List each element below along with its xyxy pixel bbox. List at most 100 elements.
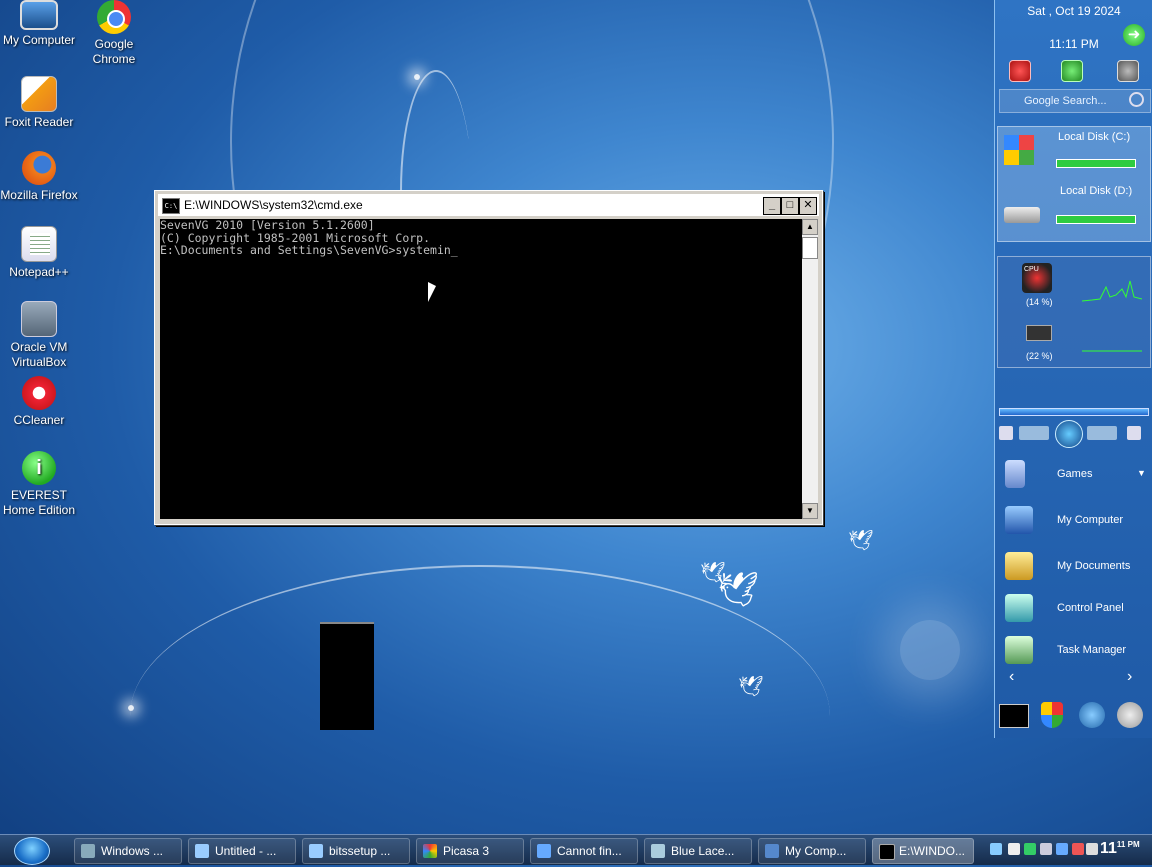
taskbar-item-my-computer[interactable]: My Comp... [758, 838, 866, 864]
desktop-icon-notepad-plus-plus[interactable]: Notepad++ [0, 226, 78, 280]
cmd-vertical-scrollbar[interactable]: ▲ ▼ [802, 219, 818, 519]
scroll-thumb[interactable] [802, 237, 818, 259]
cmd-shortcut-icon[interactable] [999, 704, 1029, 728]
security-shield-icon[interactable] [1041, 702, 1063, 728]
menu-label: Task Manager [1057, 644, 1127, 656]
restart-icon[interactable] [1061, 60, 1083, 82]
media-player-gadget [997, 386, 1149, 448]
go-arrow-icon[interactable]: ➜ [1123, 24, 1145, 46]
chevron-left-icon[interactable]: ‹ [1009, 668, 1014, 686]
play-icon[interactable] [1055, 420, 1083, 448]
wallpaper-glow [128, 705, 134, 711]
tray-display-icon[interactable] [1056, 843, 1068, 855]
taskbar-clock[interactable]: 1111 PM [1100, 840, 1140, 858]
wallpaper-glow [414, 74, 420, 80]
sidebar-date: Sat , Oct 19 2024 [1027, 4, 1121, 18]
cmd-console-output[interactable]: SevenVG 2010 [Version 5.1.2600] (C) Copy… [160, 219, 802, 519]
menu-label: My Computer [1057, 514, 1124, 526]
desktop-icon-label: Google Chrome [92, 37, 136, 66]
cmd-window[interactable]: C:\ E:\WINDOWS\system32\cmd.exe _ □ ✕ Se… [154, 190, 823, 525]
chevron-right-icon[interactable]: › [1127, 668, 1132, 686]
desktop-icon-label: EVEREST Home Edition [2, 488, 76, 517]
speaker-icon[interactable] [1117, 702, 1143, 728]
scroll-down-arrow-icon[interactable]: ▼ [802, 503, 818, 519]
desktop-icon-oracle-vm-virtualbox[interactable]: Oracle VM VirtualBox [0, 301, 78, 370]
sidebar-menu-my-documents[interactable]: My Documents [995, 548, 1152, 588]
taskbar-item-cmd[interactable]: E:\WINDO... [872, 838, 974, 864]
desktop-icon-ccleaner[interactable]: CCleaner [0, 376, 78, 428]
foxit-reader-icon [21, 76, 57, 112]
task-label: My Comp... [785, 844, 847, 858]
maximize-button[interactable]: □ [781, 197, 799, 215]
disk-d-label[interactable]: Local Disk (D:) [1060, 185, 1132, 197]
chevron-down-icon[interactable]: ▼ [1137, 468, 1146, 478]
task-label: Picasa 3 [443, 844, 490, 858]
windows-logo-icon [1004, 135, 1034, 165]
task-manager-icon [1005, 636, 1033, 664]
virtualbox-icon [21, 301, 57, 337]
search-icon[interactable] [1129, 92, 1144, 107]
console-prompt-line[interactable]: E:\Documents and Settings\SevenVG>system… [160, 244, 802, 257]
desktop-icon-label: My Computer [2, 33, 76, 47]
mouse-cursor-icon [428, 282, 436, 302]
taskbar-item-blue-lace[interactable]: Blue Lace... [644, 838, 752, 864]
clock-hour: 11 [1100, 840, 1117, 857]
taskbar-item-cannot-find[interactable]: Cannot fin... [530, 838, 638, 864]
ram-usage-graph [1082, 350, 1142, 352]
start-button[interactable] [14, 837, 50, 865]
network-globe-icon[interactable] [1079, 702, 1105, 728]
tray-security-icon[interactable] [1072, 843, 1084, 855]
folder-icon [1005, 552, 1033, 580]
sidebar-menu-task-manager[interactable]: Task Manager [995, 632, 1152, 672]
desktop-icon-google-chrome[interactable]: Google Chrome [75, 0, 153, 67]
disk-c-label[interactable]: Local Disk (C:) [1058, 131, 1130, 143]
cmd-title-bar[interactable]: C:\ E:\WINDOWS\system32\cmd.exe _ □ ✕ [158, 194, 819, 216]
wallpaper-bird: 🕊 [738, 676, 764, 698]
tray-app-icon[interactable] [1008, 843, 1020, 855]
tray-network-icon[interactable] [1040, 843, 1052, 855]
cpu-usage-graph [1082, 280, 1142, 302]
tray-volume-icon[interactable] [1086, 843, 1098, 855]
logoff-icon[interactable] [1117, 60, 1139, 82]
task-label: Blue Lace... [671, 844, 735, 858]
taskbar-item-picasa[interactable]: Picasa 3 [416, 838, 524, 864]
menu-label: My Documents [1057, 560, 1131, 572]
system-monitor-panel: CPU (14 %) (22 %) [997, 256, 1151, 368]
stop-icon[interactable] [999, 426, 1013, 440]
desktop-icon-everest-home-edition[interactable]: i EVEREST Home Edition [0, 451, 78, 518]
taskbar-item-untitled[interactable]: Untitled - ... [188, 838, 296, 864]
desktop-icon-label: Mozilla Firefox [0, 188, 78, 202]
scroll-up-arrow-icon[interactable]: ▲ [802, 219, 818, 235]
disk-d-usage-bar [1056, 215, 1136, 224]
minimize-button[interactable]: _ [763, 197, 781, 215]
menu-label: Control Panel [1057, 602, 1124, 614]
next-icon[interactable] [1087, 426, 1117, 440]
image-icon [651, 844, 665, 858]
tray-s-icon[interactable] [1024, 843, 1036, 855]
previous-icon[interactable] [1019, 426, 1049, 440]
ccleaner-icon [22, 376, 56, 410]
taskbar-item-windows[interactable]: Windows ... [74, 838, 182, 864]
eject-icon[interactable] [1127, 426, 1141, 440]
task-label: bitssetup ... [329, 844, 391, 858]
sidebar-menu-control-panel[interactable]: Control Panel [995, 590, 1152, 630]
media-progress-bar[interactable] [999, 408, 1149, 416]
hard-drive-icon [1004, 207, 1040, 223]
sidebar-menu-my-computer[interactable]: My Computer [995, 502, 1152, 542]
taskbar-item-bitssetup[interactable]: bitssetup ... [302, 838, 410, 864]
sidebar-menu-games[interactable]: Games ▼ [995, 456, 1152, 496]
shutdown-icon[interactable] [1009, 60, 1031, 82]
cmd-window-icon[interactable]: C:\ [162, 198, 180, 214]
everest-info-icon: i [22, 451, 56, 485]
close-button[interactable]: ✕ [799, 197, 817, 215]
notepad-plus-plus-icon [21, 226, 57, 262]
memory-chip-icon [1026, 325, 1052, 341]
my-computer-icon [20, 0, 58, 30]
tray-arrow-icon[interactable] [990, 843, 1002, 855]
cpu-label: CPU [1024, 266, 1039, 273]
task-label: E:\WINDO... [899, 844, 965, 858]
desktop-icon-foxit-reader[interactable]: Foxit Reader [0, 76, 78, 130]
desktop-icon-mozilla-firefox[interactable]: Mozilla Firefox [0, 151, 78, 203]
games-icon [1005, 460, 1025, 488]
desktop-icon-my-computer[interactable]: My Computer [0, 0, 78, 48]
